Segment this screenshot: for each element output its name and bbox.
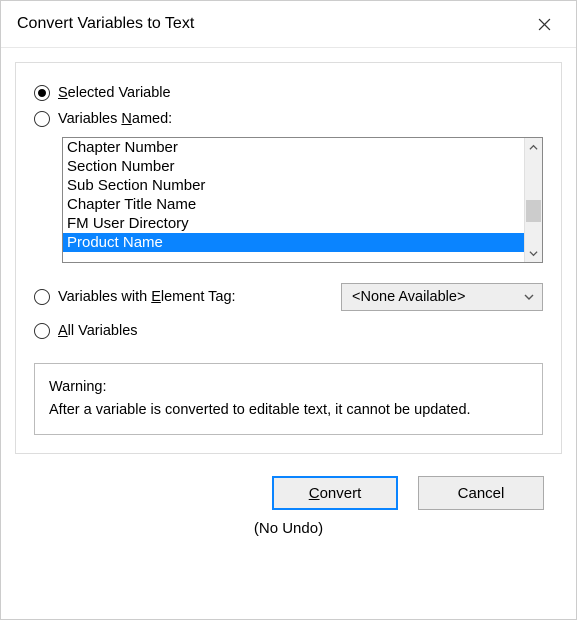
warning-title: Warning: [49, 376, 528, 399]
radio-label: Variables with Element Tag: [58, 289, 236, 305]
chevron-up-icon [529, 143, 538, 152]
button-label: Convert [309, 485, 362, 502]
element-tag-combo[interactable]: <None Available> [341, 283, 543, 311]
list-item[interactable]: Chapter Title Name [63, 195, 524, 214]
radio-indicator [34, 323, 50, 339]
radio-label: Selected Variable [58, 85, 171, 101]
listbox-view: Chapter Number Section Number Sub Sectio… [63, 138, 524, 262]
list-item[interactable]: Chapter Number [63, 138, 524, 157]
cancel-button[interactable]: Cancel [418, 476, 544, 510]
radio-element-tag[interactable]: Variables with Element Tag: [34, 289, 236, 305]
variables-listbox[interactable]: Chapter Number Section Number Sub Sectio… [62, 137, 543, 263]
element-tag-row: Variables with Element Tag: <None Availa… [34, 283, 543, 311]
radio-indicator [34, 111, 50, 127]
button-row: Convert Cancel [15, 454, 562, 510]
options-group: Selected Variable Variables Named: Chapt… [15, 62, 562, 454]
close-button[interactable] [524, 9, 564, 39]
radio-label: Variables Named: [58, 111, 172, 127]
chevron-down-icon [529, 249, 538, 258]
scrollbar[interactable] [524, 138, 542, 262]
close-icon [538, 18, 551, 31]
combo-value: <None Available> [352, 289, 465, 305]
scroll-up-button[interactable] [525, 138, 542, 156]
radio-variables-named[interactable]: Variables Named: [34, 111, 543, 127]
button-label: Cancel [458, 485, 505, 502]
convert-button[interactable]: Convert [272, 476, 398, 510]
scroll-thumb[interactable] [526, 200, 541, 222]
warning-box: Warning: After a variable is converted t… [34, 363, 543, 435]
dialog-title: Convert Variables to Text [17, 15, 194, 33]
no-undo-label: (No Undo) [15, 510, 562, 537]
list-item[interactable]: FM User Directory [63, 214, 524, 233]
content: Selected Variable Variables Named: Chapt… [1, 48, 576, 619]
list-item[interactable]: Product Name [63, 233, 524, 252]
warning-body: After a variable is converted to editabl… [49, 399, 528, 422]
radio-label: All Variables [58, 323, 138, 339]
radio-indicator [34, 289, 50, 305]
scroll-down-button[interactable] [525, 244, 542, 262]
list-item[interactable]: Section Number [63, 157, 524, 176]
titlebar: Convert Variables to Text [1, 1, 576, 48]
list-item[interactable]: Sub Section Number [63, 176, 524, 195]
radio-selected-variable[interactable]: Selected Variable [34, 85, 543, 101]
chevron-down-icon [524, 292, 534, 302]
radio-indicator [34, 85, 50, 101]
convert-variables-dialog: Convert Variables to Text Selected Varia… [0, 0, 577, 620]
radio-all-variables[interactable]: All Variables [34, 323, 543, 339]
